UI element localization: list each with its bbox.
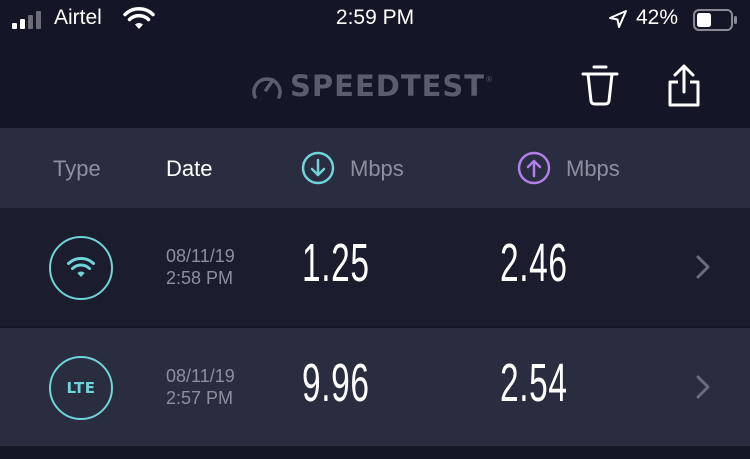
gauge-icon bbox=[252, 77, 282, 99]
location-arrow-icon bbox=[609, 10, 627, 28]
wifi-type-badge bbox=[49, 236, 113, 300]
column-type-header[interactable]: Type bbox=[53, 156, 101, 182]
speedtest-logo: SPEEDTEST ® bbox=[250, 66, 492, 106]
result-time: 2:57 PM bbox=[166, 388, 234, 408]
lte-type-badge: LTE bbox=[49, 356, 113, 420]
battery-percent: 42% bbox=[636, 6, 679, 29]
upload-speed-value: 2.46 bbox=[500, 233, 568, 293]
result-row[interactable]: LTE 08/11/19 2:57 PM 9.96 2.54 bbox=[0, 328, 750, 446]
result-date: 08/11/19 bbox=[166, 246, 235, 266]
results-column-header: Type Date Mbps Mbps bbox=[0, 128, 750, 208]
result-datetime: 08/11/19 2:58 PM bbox=[166, 245, 235, 289]
result-time: 2:58 PM bbox=[166, 268, 234, 288]
column-upload-header[interactable]: Mbps bbox=[566, 156, 620, 182]
battery-icon bbox=[693, 9, 737, 31]
chevron-right-icon[interactable] bbox=[693, 254, 713, 280]
status-bar: Airtel 2:59 PM 42% bbox=[0, 0, 750, 44]
result-datetime: 08/11/19 2:57 PM bbox=[166, 365, 235, 409]
wifi-icon bbox=[67, 257, 95, 277]
share-icon[interactable] bbox=[662, 62, 706, 112]
download-speed-value: 1.25 bbox=[302, 233, 370, 293]
result-date: 08/11/19 bbox=[166, 366, 235, 386]
nav-bar: SPEEDTEST ® bbox=[0, 44, 750, 128]
logo-trademark: ® bbox=[486, 74, 492, 84]
result-row[interactable]: 08/11/19 2:58 PM 1.25 2.46 bbox=[0, 208, 750, 326]
chevron-right-icon[interactable] bbox=[693, 374, 713, 400]
download-speed-value: 9.96 bbox=[302, 353, 370, 413]
trash-icon[interactable] bbox=[578, 62, 622, 112]
upload-speed-value: 2.54 bbox=[500, 353, 568, 413]
column-download-header[interactable]: Mbps bbox=[350, 156, 404, 182]
column-date-header[interactable]: Date bbox=[166, 156, 212, 182]
upload-arrow-icon[interactable] bbox=[517, 151, 551, 185]
lte-label: LTE bbox=[66, 379, 96, 397]
logo-text: SPEEDTEST bbox=[290, 69, 486, 103]
download-arrow-icon[interactable] bbox=[301, 151, 335, 185]
